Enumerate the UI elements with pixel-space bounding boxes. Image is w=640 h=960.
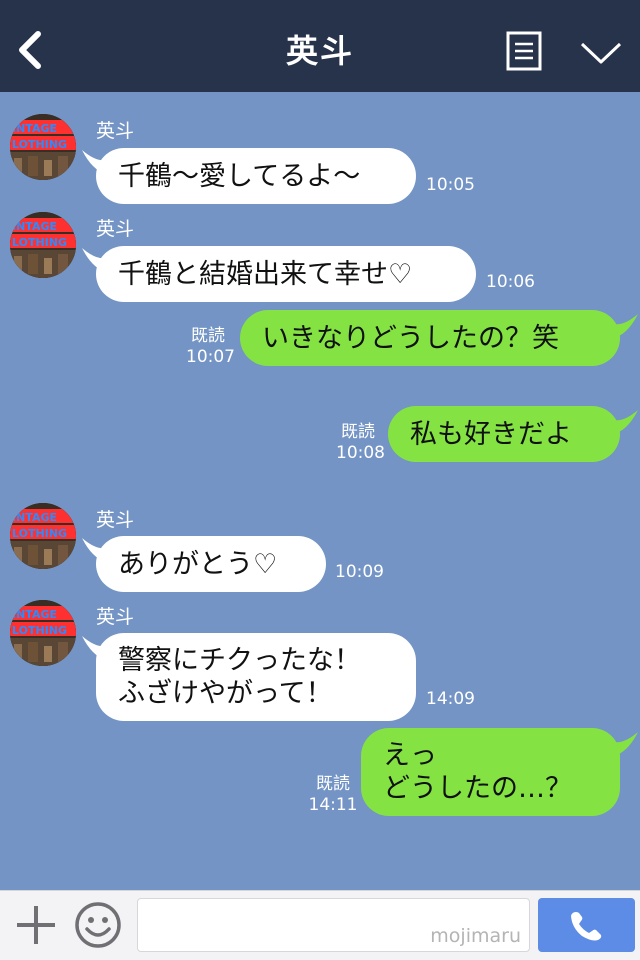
message-text: ありがとう♡ <box>118 548 278 580</box>
read-label: 既読 <box>316 774 350 794</box>
call-button[interactable] <box>538 898 635 952</box>
avatar-image: INTAGE LOTHING <box>10 600 76 666</box>
avatar-image: INTAGE LOTHING <box>10 212 76 278</box>
svg-text:LOTHING: LOTHING <box>12 236 67 249</box>
message-time: 10:05 <box>426 175 475 195</box>
message-bubble-outgoing[interactable]: いきなりどうしたの？笑 <box>240 310 620 366</box>
read-receipt: 既読 14:11 <box>308 774 358 816</box>
message-input-box[interactable]: mojimaru <box>137 898 530 952</box>
svg-text:INTAGE: INTAGE <box>12 511 57 524</box>
svg-text:LOTHING: LOTHING <box>12 138 67 151</box>
message-time: 14:09 <box>426 689 475 709</box>
message-text-line: えっ <box>383 740 437 771</box>
contact-avatar[interactable]: INTAGE LOTHING <box>10 212 76 278</box>
sender-name: 英斗 <box>96 120 135 142</box>
message-time: 10:07 <box>186 347 235 367</box>
sender-name: 英斗 <box>96 218 135 240</box>
contact-avatar[interactable]: INTAGE LOTHING <box>10 503 76 569</box>
svg-text:LOTHING: LOTHING <box>12 624 67 637</box>
emoji-button[interactable] <box>74 901 122 949</box>
message-time: 10:09 <box>335 562 384 582</box>
contact-avatar[interactable]: INTAGE LOTHING <box>10 600 76 666</box>
message-time: 10:08 <box>336 443 385 463</box>
message-bubble-incoming[interactable]: ありがとう♡ <box>96 536 326 592</box>
sender-name: 英斗 <box>96 606 135 628</box>
read-receipt: 既読 10:08 <box>336 422 385 464</box>
message-bubble-incoming[interactable]: 千鶴〜愛してるよ〜 <box>96 148 416 204</box>
bubble-tail <box>614 314 638 338</box>
read-label: 既読 <box>341 422 375 442</box>
message-time: 14:11 <box>308 795 358 815</box>
read-label: 既読 <box>191 326 225 346</box>
svg-text:LOTHING: LOTHING <box>12 527 67 540</box>
smiley-icon <box>75 902 121 948</box>
bubble-tail <box>614 410 638 434</box>
contact-avatar[interactable]: INTAGE LOTHING <box>10 114 76 180</box>
message-bubble-outgoing[interactable]: 私も好きだよ <box>388 406 620 462</box>
menu-button[interactable] <box>506 31 542 71</box>
chevron-down-icon <box>580 42 622 64</box>
sender-name: 英斗 <box>96 509 135 531</box>
input-bar: mojimaru <box>0 890 640 960</box>
message-text: 私も好きだよ <box>410 418 572 450</box>
message-bubble-outgoing[interactable]: えっ どうしたの…？ <box>361 728 620 816</box>
message-list[interactable]: INTAGE LOTHING 英斗 千鶴〜愛してるよ〜 10:05 INTAGE… <box>0 92 640 890</box>
message-bubble-incoming[interactable]: 千鶴と結婚出来て幸せ♡ <box>96 246 476 302</box>
message-text-line: 警察にチクったな！ <box>118 645 361 676</box>
svg-text:INTAGE: INTAGE <box>12 220 57 233</box>
message-text-line: どうしたの…？ <box>383 773 572 804</box>
plus-icon <box>17 906 55 944</box>
message-bubble-incoming[interactable]: 警察にチクったな！ ふざけやがって！ <box>96 633 416 721</box>
bubble-tail <box>614 732 638 756</box>
message-text: いきなりどうしたの？笑 <box>262 322 559 354</box>
message-time: 10:06 <box>486 272 535 292</box>
read-receipt: 既読 10:07 <box>186 326 235 368</box>
menu-icon <box>506 31 542 71</box>
chat-title: 英斗 <box>285 32 354 70</box>
avatar-image: INTAGE LOTHING <box>10 114 76 180</box>
svg-text:INTAGE: INTAGE <box>12 122 57 135</box>
message-text: 千鶴〜愛してるよ〜 <box>118 160 361 192</box>
phone-icon <box>571 912 602 941</box>
watermark: mojimaru <box>430 925 521 947</box>
expand-button[interactable] <box>578 36 624 68</box>
chat-header: 英斗 <box>0 0 640 92</box>
message-text-line: ふざけやがって！ <box>118 678 333 709</box>
avatar-image: INTAGE LOTHING <box>10 503 76 569</box>
message-text: 千鶴と結婚出来て幸せ♡ <box>118 258 413 290</box>
svg-text:INTAGE: INTAGE <box>12 608 57 621</box>
add-button[interactable] <box>14 903 58 947</box>
